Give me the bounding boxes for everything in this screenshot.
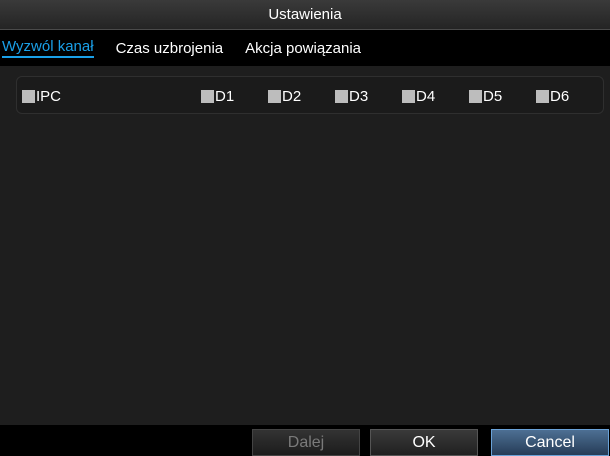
- tab-linkage-action[interactable]: Akcja powiązania: [245, 40, 361, 57]
- tab-bar: Wyzwól kanał Czas uzbrojenia Akcja powią…: [0, 30, 610, 66]
- dialog-title: Ustawienia: [268, 6, 342, 23]
- cancel-button[interactable]: Cancel: [491, 429, 609, 456]
- channel-d4-label: D4: [416, 87, 436, 105]
- channel-d1-label: D1: [215, 87, 235, 105]
- channel-d2-checkbox[interactable]: D2: [268, 77, 301, 115]
- channel-d6-label: D6: [550, 87, 570, 105]
- checkbox-icon: [268, 89, 281, 103]
- tab-trigger-channel[interactable]: Wyzwól kanał: [2, 38, 94, 58]
- channel-d4-checkbox[interactable]: D4: [402, 77, 435, 115]
- tab-content-panel: IPC D1 D2 D3 D4 D5 D6: [0, 66, 610, 425]
- channel-d5-label: D5: [483, 87, 503, 105]
- next-button[interactable]: Dalej: [252, 429, 360, 456]
- ipc-checkbox[interactable]: IPC: [22, 77, 61, 115]
- channel-d3-checkbox[interactable]: D3: [335, 77, 368, 115]
- ipc-checkbox-label: IPC: [36, 87, 62, 105]
- checkbox-icon: [536, 89, 549, 103]
- tab-arming-schedule[interactable]: Czas uzbrojenia: [116, 40, 224, 57]
- checkbox-icon: [402, 89, 415, 103]
- channel-d3-label: D3: [349, 87, 369, 105]
- channel-d1-checkbox[interactable]: D1: [201, 77, 234, 115]
- title-bar: Ustawienia: [0, 0, 610, 30]
- channel-d5-checkbox[interactable]: D5: [469, 77, 502, 115]
- settings-dialog: Ustawienia Wyzwól kanał Czas uzbrojenia …: [0, 0, 610, 456]
- checkbox-icon: [469, 89, 482, 103]
- channel-checkbox-row: IPC D1 D2 D3 D4 D5 D6: [16, 76, 604, 114]
- ok-button[interactable]: OK: [370, 429, 478, 456]
- checkbox-icon: [335, 89, 348, 103]
- checkbox-icon: [22, 89, 35, 103]
- channel-d2-label: D2: [282, 87, 302, 105]
- channel-d6-checkbox[interactable]: D6: [536, 77, 569, 115]
- checkbox-icon: [201, 89, 214, 103]
- dialog-footer: Dalej OK Cancel: [0, 425, 610, 456]
